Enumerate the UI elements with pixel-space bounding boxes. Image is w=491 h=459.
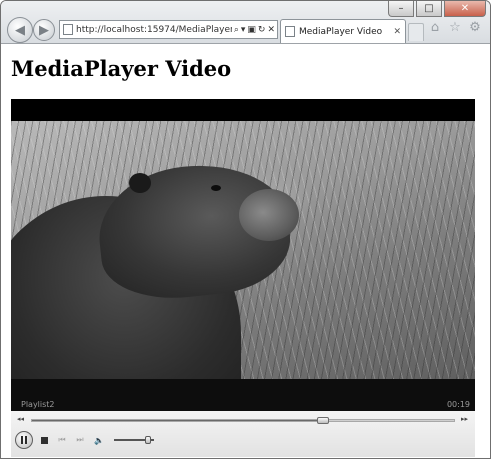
address-bar[interactable]: http://localhost:15974/MediaPlayerV ⌕ ▾ … xyxy=(59,20,278,39)
gear-icon[interactable]: ⚙ xyxy=(468,20,482,35)
marmot-ear-shape xyxy=(129,173,151,193)
pause-button[interactable] xyxy=(15,431,33,449)
tab-mediaplayer-video[interactable]: MediaPlayer Video ✕ xyxy=(280,19,406,43)
close-window-button[interactable]: ✕ xyxy=(444,1,486,17)
chevron-down-icon[interactable]: ▾ xyxy=(241,25,246,35)
stop-icon xyxy=(40,436,48,444)
seek-progress xyxy=(32,420,324,421)
skip-forward-icon: ⏭ xyxy=(76,435,84,444)
seek-thumb[interactable] xyxy=(317,417,330,424)
browser-toolbar: ⌂ ☆ ⚙ xyxy=(428,20,482,35)
speaker-icon: 🔈 xyxy=(94,435,104,445)
favorites-star-icon[interactable]: ☆ xyxy=(448,20,462,35)
elapsed-time: 00:19 xyxy=(446,400,470,409)
page-title: MediaPlayer Video xyxy=(11,56,232,81)
media-player[interactable]: Playlist2 00:19 ◂◂ ▸▸ ⏮ ⏭ 🔈 xyxy=(11,99,475,457)
tab-label: MediaPlayer Video xyxy=(299,26,383,37)
stop-icon[interactable]: ✕ xyxy=(267,25,275,35)
forward-arrow-icon: ▶ xyxy=(39,22,49,38)
video-frame[interactable] xyxy=(11,121,475,426)
skip-back-icon: ⏮ xyxy=(58,435,66,444)
refresh-icon[interactable]: ↻ xyxy=(258,25,266,35)
seek-back-icon[interactable]: ◂◂ xyxy=(17,415,24,423)
home-icon[interactable]: ⌂ xyxy=(428,20,442,35)
compatibility-view-icon[interactable]: ▣ xyxy=(247,25,256,35)
playlist-name: Playlist2 xyxy=(21,400,55,409)
minimize-button[interactable]: – xyxy=(388,1,414,17)
seek-bar[interactable] xyxy=(31,417,455,424)
page-icon xyxy=(285,26,295,37)
browser-window: – □ ✕ ◀ ▶ http://localhost:15974/MediaPl… xyxy=(0,0,491,459)
page-icon xyxy=(63,24,73,35)
marmot-snout-shape xyxy=(239,189,299,241)
button-row: ⏮ ⏭ 🔈 xyxy=(11,427,475,457)
address-tools: ⌕ ▾ ▣ ↻ ✕ xyxy=(232,25,277,35)
forward-button[interactable]: ▶ xyxy=(33,19,55,41)
back-button[interactable]: ◀ xyxy=(7,17,33,43)
seek-row: ◂◂ ▸▸ xyxy=(11,415,475,425)
new-tab-button[interactable] xyxy=(408,23,424,41)
next-button[interactable]: ⏭ xyxy=(74,435,86,445)
close-icon[interactable]: ✕ xyxy=(393,27,401,37)
back-arrow-icon: ◀ xyxy=(15,22,25,38)
address-url[interactable]: http://localhost:15974/MediaPlayerV xyxy=(76,25,232,35)
page-content: MediaPlayer Video Playlist2 00:19 ◂◂ ▸▸ … xyxy=(1,44,490,458)
playlist-bar xyxy=(11,379,475,413)
browser-chrome: – □ ✕ ◀ ▶ http://localhost:15974/MediaPl… xyxy=(1,1,490,44)
seek-forward-icon[interactable]: ▸▸ xyxy=(461,415,468,423)
maximize-button[interactable]: □ xyxy=(416,1,442,17)
stop-button[interactable] xyxy=(38,435,50,445)
previous-button[interactable]: ⏮ xyxy=(56,435,68,445)
pause-icon xyxy=(21,436,27,444)
player-controls: ◂◂ ▸▸ ⏮ ⏭ 🔈 xyxy=(11,411,475,457)
volume-thumb[interactable] xyxy=(145,436,151,444)
volume-slider[interactable] xyxy=(114,436,154,444)
search-icon[interactable]: ⌕ xyxy=(234,25,239,35)
mute-button[interactable]: 🔈 xyxy=(93,435,105,445)
window-controls: – □ ✕ xyxy=(388,1,486,17)
marmot-eye-shape xyxy=(211,185,221,191)
